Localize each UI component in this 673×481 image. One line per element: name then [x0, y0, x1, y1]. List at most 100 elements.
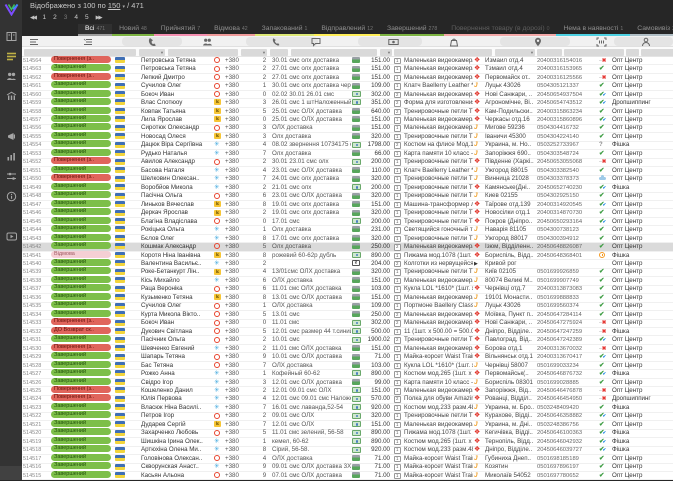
sidebar-item-video[interactable] — [4, 230, 18, 242]
table-row[interactable]: 514562 Повернення (з.. Лепкий Дмитро +38… — [22, 72, 673, 83]
table-row[interactable]: 514545 Завершений Благіна Владіслава +38… — [22, 216, 673, 227]
page-size-caret-icon[interactable]: ▾ — [123, 4, 126, 10]
manager-column-icon[interactable] — [640, 36, 651, 47]
sidebar-item-orders[interactable] — [4, 50, 18, 62]
filter-tracking-input[interactable] — [564, 48, 624, 56]
table-row[interactable]: 514519 Завершений Шишкіна Ірина Олек.. ✳… — [22, 436, 673, 447]
sidebar-item-kanban[interactable] — [4, 30, 18, 42]
filter-name-input[interactable] — [168, 48, 238, 56]
table-row[interactable]: 514533 Повернення (з.. Бокоч Иван +380 0… — [22, 318, 673, 328]
delivery-city-column-icon[interactable] — [532, 36, 543, 47]
table-row[interactable]: 514517 Завершений Головінова Олексан.. +… — [22, 453, 673, 464]
tab-8[interactable]: Нема в наявності 1 — [556, 24, 631, 36]
tab-6[interactable]: Завершений 278 — [379, 24, 445, 36]
table-row[interactable]: 514548 Завершений Пасічна Ольга +380 6 2… — [22, 191, 673, 201]
page-button-2[interactable]: 2 — [53, 12, 57, 24]
filter-flag-select[interactable]: ▼ — [139, 48, 165, 56]
tab-1[interactable]: Новий 48 — [112, 24, 154, 36]
sidebar-item-stats[interactable] — [4, 150, 18, 162]
filter-calls-input[interactable] — [270, 48, 288, 56]
page-button-5[interactable]: 5 — [85, 12, 89, 24]
filter-payment-select[interactable]: ▼ — [380, 48, 392, 56]
table-row[interactable]: 514538 Завершений Кісь Михайло ✳ +380 6 … — [22, 275, 673, 286]
clients-column-icon[interactable] — [202, 36, 213, 47]
table-row[interactable]: 514554 Завершений Дацюк Віра Сергіївна ✳… — [22, 140, 673, 151]
table-row[interactable]: 514549 Завершений Воробйов Микола ✳ +380… — [22, 182, 673, 193]
phone-column-icon[interactable] — [270, 36, 281, 47]
tab-3[interactable]: Відмова 42 — [207, 24, 255, 36]
filter-city-input[interactable] — [537, 48, 562, 56]
table-row[interactable]: 514529 Завершений Шапарь Тетяна +380 9 1… — [22, 352, 673, 362]
table-row[interactable]: 514544 Завершений Рокіцька Ольга ✳ +380 … — [22, 225, 673, 235]
table-row[interactable]: 514541 Відмова Коротя Ніна Іванівна lc +… — [22, 250, 673, 261]
table-row[interactable]: 514524 Повернення (з.. Юлія Первова ✳ +3… — [22, 394, 673, 405]
table-row[interactable]: 514523 Завершений Власюк Ніна Василі.. ✳… — [22, 402, 673, 413]
sidebar-item-info[interactable] — [4, 190, 18, 202]
first-page-button[interactable]: ◀◀ — [30, 12, 37, 24]
tab-9[interactable]: Самовивіз2 — [630, 24, 673, 36]
table-row[interactable]: 514547 Завершений Линьков Вячеслав lc +3… — [22, 199, 673, 210]
table-row[interactable]: 514526 Завершений Свідро Ігор ✳ +380 3 1… — [22, 377, 673, 388]
last-page-button[interactable]: ▶▶ — [96, 12, 103, 24]
table-row[interactable]: 514534 Завершений Курта Микола Вікто.. +… — [22, 309, 673, 320]
page-button-4[interactable]: 4 — [74, 12, 78, 24]
table-row[interactable]: 514563 Завершений Петровська Тетяна +380… — [22, 64, 673, 74]
page-size-select[interactable]: 150 — [108, 1, 121, 10]
table-row[interactable]: 514555 Завершений Новосад Олеся lc +380 … — [22, 131, 673, 142]
table-row[interactable]: 514522 Завершений Петров Ігор +380 2 09.… — [22, 411, 673, 422]
table-row[interactable]: 514553 Завершений Рудько Наталья ✳ +380 … — [22, 148, 673, 159]
table-row[interactable]: 514551 Завершений Басова Наталя ✳ +380 4… — [22, 165, 673, 176]
table-row[interactable]: 514528 Завершений Бас Тетяна +380 7 ОЛХ … — [22, 360, 673, 371]
app-logo[interactable] — [0, 0, 22, 16]
tracking-scan-column-icon[interactable] — [596, 36, 607, 47]
table-row[interactable]: 514537 Завершений Раца Вероніка +380 6 1… — [22, 284, 673, 295]
table-row[interactable]: 514530 Повернення (з.. Шевченко Евгений … — [22, 343, 673, 354]
table-row[interactable]: 514556 Завершений Сиротюк Олександр +380… — [22, 123, 673, 134]
sidebar-item-clients[interactable] — [4, 70, 18, 82]
table-row[interactable]: 514557 Завершений Лила Ярослав lc +380 0… — [22, 115, 673, 125]
page-button-3[interactable]: 3 — [64, 12, 68, 24]
tab-4[interactable]: Запакований 1 — [254, 24, 315, 36]
table-row[interactable]: 514546 Завершений Деркач Ярослав lc +380… — [22, 208, 673, 218]
table-row[interactable]: 514543 Завершений Бєлов Олег ✳ +380 8 17… — [22, 233, 673, 244]
table-row[interactable]: 514521 Завершений Дударев Сергій lc +380… — [22, 419, 673, 430]
table-row[interactable]: 514532 ДО Возврат ск.. Дукович Світлана … — [22, 326, 673, 337]
status-column-icon[interactable] — [82, 36, 93, 47]
tab-2[interactable]: Прийнятий 7 — [153, 24, 208, 36]
sidebar-item-support[interactable] — [4, 210, 18, 222]
table-row[interactable]: 514515 Завершений Касьян Альона +380 9 0… — [22, 470, 673, 481]
table-row[interactable]: 514536 Завершений Кузьменко Тетяна lc +3… — [22, 292, 673, 303]
table-row[interactable]: 514527 Завершений Рожко Анна ✳ +380 1 Ко… — [22, 369, 673, 379]
call-status-column-icon[interactable] — [146, 36, 157, 47]
tab-7[interactable]: Повернення товару (в дорозі) 0 — [444, 24, 557, 36]
table-row[interactable]: 514564 Повернення (з.. Петровська Тетяна… — [22, 55, 673, 66]
payment-column-icon[interactable] — [388, 36, 399, 47]
table-row[interactable]: 514540 Завершений Валентина Васильє.. ✳ … — [22, 258, 673, 269]
table-row[interactable]: 514520 Завершений Захарченко Любовь +380… — [22, 428, 673, 439]
table-row[interactable]: 514516 Завершений Скворунская Анаст.. ✳ … — [22, 462, 673, 472]
table-row[interactable]: 514559 Завершений Влас Слотюоу lc +380 3… — [22, 98, 673, 108]
products-column-icon[interactable] — [448, 36, 459, 47]
filter-product-input[interactable] — [394, 48, 492, 56]
table-row[interactable]: 514539 Завершений Роке-Бетанкурт Лін.. l… — [22, 267, 673, 278]
sidebar-item-company[interactable] — [4, 90, 18, 102]
filter-status-input[interactable] — [24, 48, 136, 56]
page-button-1[interactable]: 1 — [42, 12, 46, 24]
table-row[interactable]: 514558 Завершений Ковпак Татьяна lc +380… — [22, 106, 673, 117]
table-row[interactable]: 514560 Завершений Бокоч Иван +380 0 02.0… — [22, 89, 673, 100]
table-row[interactable]: 514525 Повернення (з.. Кошеленко Данил ✳… — [22, 386, 673, 396]
filter-comment-input[interactable] — [291, 48, 377, 56]
filter-company-input[interactable] — [641, 48, 673, 56]
table-row[interactable]: 514542 Завершений Кошмак Александр +380 … — [22, 242, 673, 252]
filter-result-select[interactable] — [626, 48, 639, 56]
comment-column-icon[interactable] — [310, 36, 321, 47]
table-row[interactable]: 514552 Повернення (з.. Авилов Александр … — [22, 157, 673, 168]
sidebar-item-settings[interactable] — [4, 170, 18, 182]
sidebar-item-marketing[interactable] — [4, 130, 18, 142]
tab-5[interactable]: Відправлений 12 — [314, 24, 380, 36]
orders-list-column-icon[interactable] — [28, 36, 39, 47]
table-row[interactable]: 514531 Завершений Пасічник Ольга +380 2 … — [22, 335, 673, 345]
table-row[interactable]: 514550 Повернення (з.. Шелковин Олексан.… — [22, 174, 673, 185]
tab-0[interactable]: Всі 471 — [78, 24, 113, 36]
sidebar-item-tasks[interactable] — [4, 110, 18, 122]
